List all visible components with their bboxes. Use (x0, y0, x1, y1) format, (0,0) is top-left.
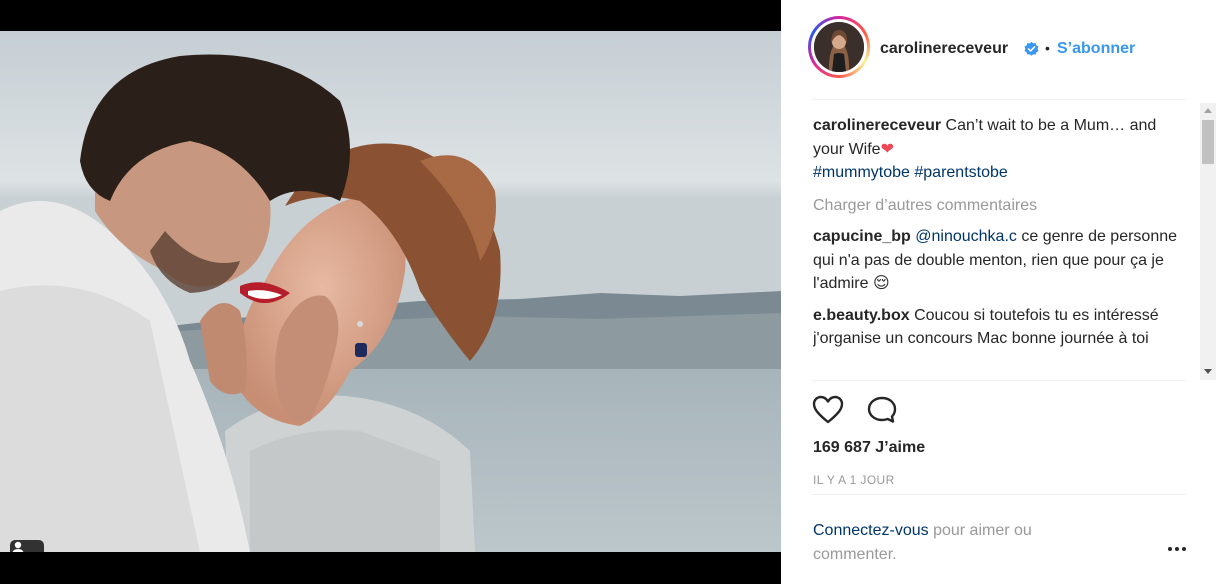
hashtag-link[interactable]: #parentstobe (914, 164, 1007, 181)
heart-outline-icon (812, 395, 844, 424)
load-more-comments[interactable]: Charger d’autres commentaires (813, 194, 1183, 218)
avatar-image (814, 22, 864, 72)
like-button[interactable] (811, 393, 845, 427)
divider (812, 99, 1186, 100)
post-photo[interactable] (0, 31, 781, 552)
verified-badge-icon (1024, 41, 1039, 56)
relieved-emoji: 😌 (872, 275, 890, 292)
comment-item: capucine_bp @ninouchka.c ce genre de per… (813, 225, 1183, 296)
comment-username[interactable]: e.beauty.box (813, 307, 910, 324)
scroll-down-arrow-icon[interactable] (1204, 369, 1212, 374)
separator-dot: • (1045, 40, 1050, 56)
hashtag-link[interactable]: #mummytobe (813, 164, 910, 181)
comments-scrollbar[interactable] (1200, 103, 1216, 380)
comments-list: carolinereceveur Can’t wait to be a Mum…… (813, 114, 1183, 380)
scroll-up-arrow-icon[interactable] (1204, 108, 1212, 113)
post-timestamp[interactable]: IL Y A 1 JOUR (813, 473, 895, 487)
scroll-thumb[interactable] (1202, 120, 1214, 164)
tagged-users-button[interactable] (10, 540, 44, 552)
login-link[interactable]: Connectez-vous (813, 522, 929, 539)
comment-item: e.beauty.box Coucou si toutefois tu es i… (813, 304, 1183, 351)
divider (812, 380, 1186, 381)
action-bar (811, 393, 899, 427)
username-link[interactable]: carolinereceveur (880, 40, 1008, 58)
comment-mention[interactable]: @ninouchka.c (915, 228, 1017, 245)
post-panel: carolinereceveur • S’abonner carolinerec… (781, 0, 1216, 584)
heart-emoji: ❤ (880, 140, 894, 158)
likes-count[interactable]: 169 687 J’aime (813, 439, 925, 457)
comment-username[interactable]: capucine_bp (813, 228, 911, 245)
avatar[interactable] (808, 16, 870, 78)
login-prompt: Connectez-vous pour aimer ou commenter. (813, 519, 1113, 566)
comment-button[interactable] (865, 393, 899, 427)
divider (812, 494, 1186, 495)
speech-bubble-icon (867, 396, 897, 423)
follow-button[interactable]: S’abonner (1057, 40, 1135, 58)
ellipsis-icon (1168, 547, 1172, 551)
person-icon (12, 541, 24, 552)
post-header: carolinereceveur • S’abonner (781, 0, 1216, 100)
post-media (0, 0, 781, 584)
more-options-button[interactable] (1166, 542, 1188, 556)
caption-username[interactable]: carolinereceveur (813, 117, 941, 134)
caption: carolinereceveur Can’t wait to be a Mum…… (813, 114, 1183, 185)
